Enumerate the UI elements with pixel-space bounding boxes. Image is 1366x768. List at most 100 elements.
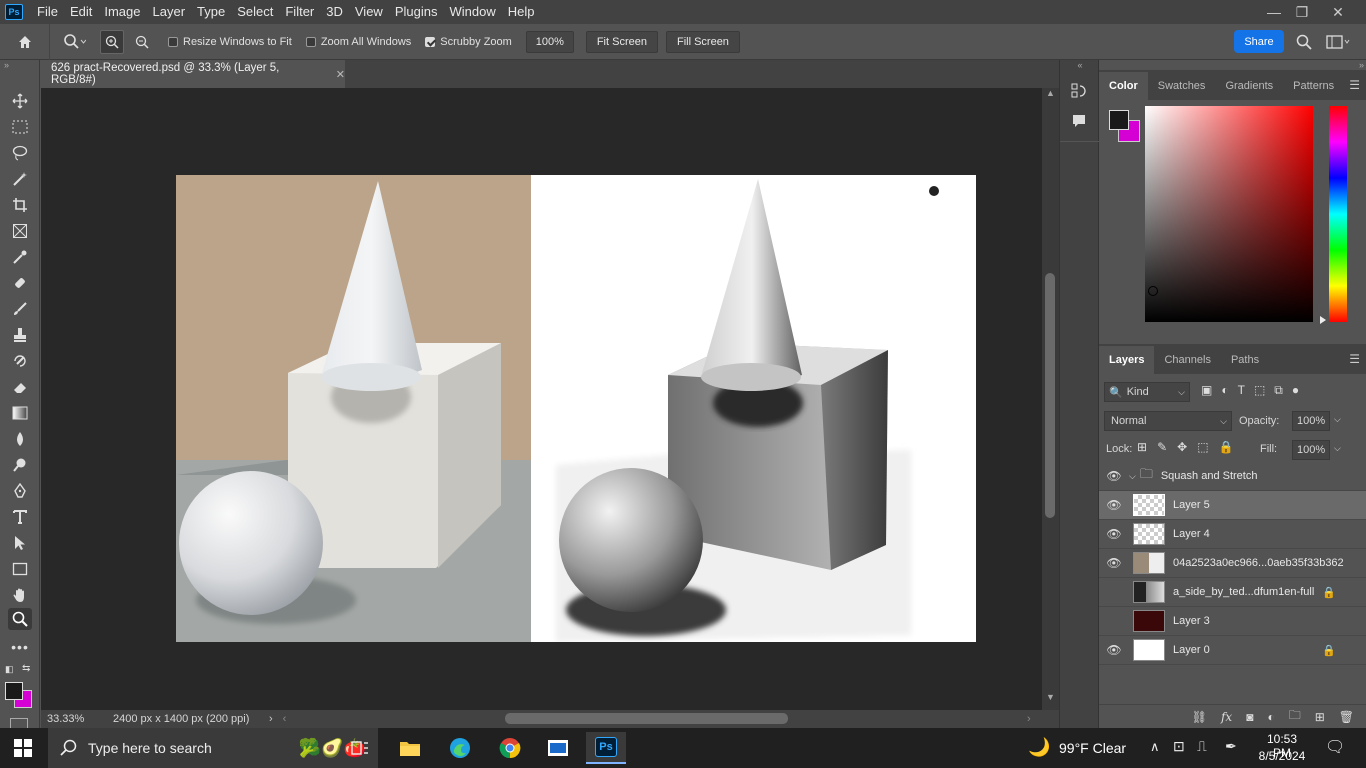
healing-brush-tool-icon[interactable] <box>8 272 32 294</box>
tab-gradients[interactable]: Gradients <box>1215 72 1283 100</box>
move-tool-icon[interactable] <box>8 90 32 112</box>
hand-tool-icon[interactable] <box>8 584 32 606</box>
gradient-tool-icon[interactable] <box>8 402 32 424</box>
task-view-icon[interactable] <box>340 732 380 764</box>
collapse-strip-icon[interactable]: « <box>1060 60 1100 70</box>
lock-position-icon[interactable]: ✥ <box>1177 440 1187 454</box>
type-tool-icon[interactable] <box>8 506 32 528</box>
history-panel-icon[interactable] <box>1070 82 1088 103</box>
filter-pixel-icon[interactable]: ▣ <box>1201 383 1212 398</box>
taskbar-search[interactable]: Type here to search 🥦🥑🍅 <box>48 728 378 768</box>
eye-icon[interactable]: 👁 <box>1099 527 1129 541</box>
fill-screen-button[interactable]: Fill Screen <box>665 30 740 53</box>
vertical-scrollbar[interactable]: ▲ ▼ <box>1042 88 1059 710</box>
zoom-out-icon[interactable] <box>130 30 154 54</box>
taskbar-app-icon[interactable] <box>538 732 578 764</box>
layer-row-0[interactable]: 👁 Layer 0 🔒 <box>1099 636 1366 665</box>
eye-hidden-icon[interactable]: □ <box>1099 585 1129 599</box>
filter-shape-icon[interactable]: ⬚ <box>1254 383 1265 398</box>
file-explorer-icon[interactable] <box>390 732 430 764</box>
vertical-scroll-thumb[interactable] <box>1045 273 1055 518</box>
layer-row-5[interactable]: 👁 Layer 5 <box>1099 491 1366 520</box>
zoom-in-icon[interactable] <box>100 29 124 54</box>
photoshop-taskbar-icon[interactable]: Ps <box>586 732 626 764</box>
menu-3d[interactable]: 3D <box>320 0 349 24</box>
group-expand-icon[interactable]: ⌵ <box>1129 471 1136 482</box>
dodge-tool-icon[interactable] <box>8 454 32 476</box>
color-picker-cursor[interactable] <box>1148 286 1158 296</box>
eraser-tool-icon[interactable] <box>8 376 32 398</box>
brush-tool-icon[interactable] <box>8 298 32 320</box>
zoom-tool-preset-icon[interactable] <box>50 33 100 50</box>
collapse-dock-icon[interactable]: » <box>1359 60 1364 70</box>
restore-icon[interactable]: ❐ <box>1286 0 1318 24</box>
chrome-browser-icon[interactable] <box>490 732 530 764</box>
menu-window[interactable]: Window <box>443 0 501 24</box>
layer-row-photo[interactable]: 👁 04a2523a0ec966...0aeb35f33b362 <box>1099 549 1366 578</box>
new-layer-icon[interactable]: ⊞ <box>1315 710 1325 724</box>
eye-icon[interactable]: 👁 <box>1099 469 1129 483</box>
layer-group-row[interactable]: 👁 ⌵ 🗀 Squash and Stretch <box>1099 462 1366 491</box>
resize-windows-checkbox[interactable]: Resize Windows to Fit <box>168 36 292 48</box>
weather-icon[interactable]: 🌙 <box>1028 737 1050 758</box>
eye-icon[interactable]: 👁 <box>1099 498 1129 512</box>
color-field[interactable] <box>1145 106 1313 322</box>
zoom-tool-icon[interactable] <box>8 608 32 630</box>
filter-toggle-icon[interactable]: ● <box>1292 383 1299 398</box>
menu-type[interactable]: Type <box>191 0 231 24</box>
opacity-field[interactable]: 100% <box>1292 411 1330 431</box>
quick-mask-icon[interactable] <box>10 718 28 728</box>
tray-network-icon[interactable]: ⎍ <box>1197 738 1207 755</box>
swap-colors-icon[interactable]: ⇆ <box>22 663 30 674</box>
tray-pen-icon[interactable]: ✒ <box>1225 738 1237 755</box>
zoom-value-field[interactable]: 100% <box>525 30 574 53</box>
filter-adjustment-icon[interactable]: ◐ <box>1221 383 1228 398</box>
path-selection-tool-icon[interactable] <box>8 532 32 554</box>
marquee-tool-icon[interactable] <box>8 116 32 138</box>
scroll-left-icon[interactable]: ‹ <box>283 713 287 725</box>
menu-layer[interactable]: Layer <box>147 0 192 24</box>
blur-tool-icon[interactable] <box>8 428 32 450</box>
menu-image[interactable]: Image <box>98 0 146 24</box>
scroll-right-icon[interactable]: › <box>1027 713 1031 725</box>
crop-tool-icon[interactable] <box>8 194 32 216</box>
tray-display-icon[interactable]: ⊡ <box>1173 738 1185 755</box>
menu-select[interactable]: Select <box>231 0 279 24</box>
fill-dropdown-icon[interactable]: ⌵ <box>1334 443 1341 454</box>
foreground-color-swatch[interactable] <box>5 682 23 700</box>
eye-hidden-icon[interactable]: □ <box>1099 614 1129 628</box>
tab-paths[interactable]: Paths <box>1221 346 1269 374</box>
close-document-icon[interactable]: ✕ <box>336 68 345 81</box>
clock-date[interactable]: 8/5/2024 <box>1257 749 1307 763</box>
tab-swatches[interactable]: Swatches <box>1148 72 1216 100</box>
filter-type-icon[interactable]: T <box>1238 383 1245 398</box>
tray-expand-icon[interactable]: ∧ <box>1150 739 1160 755</box>
magic-wand-tool-icon[interactable] <box>8 168 32 190</box>
eye-icon[interactable]: 👁 <box>1099 556 1129 570</box>
share-button[interactable]: Share <box>1234 30 1284 53</box>
eyedropper-tool-icon[interactable] <box>8 246 32 268</box>
new-group-icon[interactable]: 🗀 <box>1289 706 1301 727</box>
scroll-down-icon[interactable]: ▼ <box>1044 692 1057 708</box>
delete-layer-icon[interactable]: 🗑 <box>1339 710 1354 724</box>
filter-smart-object-icon[interactable]: ⧉ <box>1274 383 1283 398</box>
collapse-toolbar-icon[interactable]: » <box>4 60 9 70</box>
weather-text[interactable]: 99°F Clear <box>1059 740 1126 756</box>
zoom-level[interactable]: 33.33% <box>41 713 89 725</box>
home-icon[interactable] <box>0 23 50 60</box>
lock-artboard-icon[interactable]: ⬚ <box>1197 440 1208 454</box>
fill-field[interactable]: 100% <box>1292 440 1330 460</box>
zoom-all-checkbox[interactable]: Zoom All Windows <box>305 36 411 48</box>
color-panel-menu-icon[interactable]: ☰ <box>1349 78 1360 92</box>
layer-row-side-by-side[interactable]: □ a_side_by_ted...dfum1en-full 🔒 <box>1099 578 1366 607</box>
opacity-dropdown-icon[interactable]: ⌵ <box>1334 414 1341 425</box>
comments-panel-icon[interactable] <box>1070 112 1088 133</box>
lock-all-icon[interactable]: 🔒 <box>1219 440 1234 454</box>
layer-style-icon[interactable]: fx <box>1221 710 1232 724</box>
eye-icon[interactable]: 👁 <box>1099 643 1129 657</box>
menu-filter[interactable]: Filter <box>279 0 320 24</box>
clone-stamp-tool-icon[interactable] <box>8 324 32 346</box>
tab-layers[interactable]: Layers <box>1099 346 1155 374</box>
blend-mode-select[interactable]: Normal ⌵ <box>1104 411 1232 431</box>
default-colors-icon[interactable]: ◧ <box>5 664 14 675</box>
